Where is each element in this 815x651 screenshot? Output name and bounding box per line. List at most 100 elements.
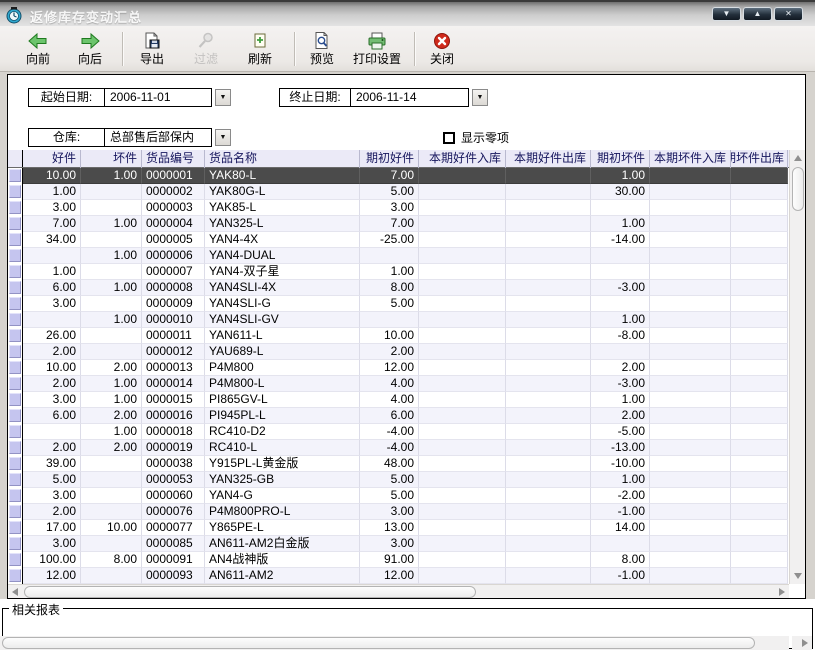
table-row[interactable]: 10.00 2.00 0000013 P4M800 12.00 2.00 (8, 360, 789, 376)
cell (731, 472, 788, 488)
table-row[interactable]: 3.00 1.00 0000015 PI865GV-L 4.00 1.00 (8, 392, 789, 408)
row-indicator[interactable] (8, 296, 23, 312)
cell (591, 536, 650, 552)
row-indicator[interactable] (8, 344, 23, 360)
cell: 0000012 (142, 344, 205, 360)
scroll-down-icon[interactable] (794, 573, 802, 579)
table-row[interactable]: 5.00 0000053 YAN325-GB 5.00 1.00 (8, 472, 789, 488)
table-row[interactable]: 2.00 0000012 YAU689-L 2.00 (8, 344, 789, 360)
show-zero-checkbox[interactable] (443, 131, 455, 144)
cell (506, 552, 591, 568)
row-indicator[interactable] (8, 376, 23, 392)
row-indicator[interactable] (8, 504, 23, 520)
row-indicator[interactable] (8, 456, 23, 472)
export-button[interactable]: 导出 (126, 29, 178, 70)
related-reports-label: 相关报表 (9, 601, 64, 618)
bottom-scrollbar-thumb[interactable] (2, 637, 755, 649)
scroll-right-icon[interactable] (779, 588, 785, 596)
start-date-value[interactable]: 2006-11-01 (105, 89, 171, 106)
row-indicator[interactable] (8, 520, 23, 536)
row-indicator[interactable] (8, 312, 23, 328)
bottom-scroll-right-button[interactable] (792, 636, 812, 650)
table-row[interactable]: 39.00 0000038 Y915PL-L黄金版 48.00 -10.00 (8, 456, 789, 472)
row-indicator[interactable] (8, 216, 23, 232)
table-row[interactable]: 1.00 0000010 YAN4SLI-GV 1.00 (8, 312, 789, 328)
close-button[interactable]: 关闭 (419, 29, 465, 70)
vertical-scrollbar[interactable] (789, 150, 805, 584)
table-row[interactable]: 100.00 8.00 0000091 AN4战神版 91.00 8.00 (8, 552, 789, 568)
column-header[interactable]: 本期坏件出库 (731, 150, 788, 168)
horizontal-scrollbar-thumb[interactable] (24, 586, 476, 598)
row-indicator[interactable] (8, 440, 23, 456)
table-row[interactable]: 3.00 0000060 YAN4-G 5.00 -2.00 (8, 488, 789, 504)
table-row[interactable]: 2.00 0000076 P4M800PRO-L 3.00 -1.00 (8, 504, 789, 520)
row-indicator[interactable] (8, 392, 23, 408)
table-row[interactable]: 2.00 2.00 0000019 RC410-L -4.00 -13.00 (8, 440, 789, 456)
table-row[interactable]: 12.00 0000093 AN611-AM2 12.00 -1.00 (8, 568, 789, 584)
row-indicator[interactable] (8, 280, 23, 296)
row-indicator[interactable] (8, 568, 23, 584)
table-row[interactable]: 6.00 2.00 0000016 PI945PL-L 6.00 2.00 (8, 408, 789, 424)
table-row[interactable]: 17.00 10.00 0000077 Y865PE-L 13.00 14.00 (8, 520, 789, 536)
scroll-right-icon[interactable] (802, 639, 808, 647)
column-header[interactable]: 本期好件入库 (419, 150, 506, 168)
table-row[interactable]: 3.00 0000009 YAN4SLI-G 5.00 (8, 296, 789, 312)
horizontal-scrollbar[interactable] (8, 584, 789, 598)
bottom-scrollbar[interactable] (0, 636, 789, 650)
table-row[interactable]: 7.00 1.00 0000004 YAN325-L 7.00 1.00 (8, 216, 789, 232)
table-row[interactable]: 3.00 0000003 YAK85-L 3.00 (8, 200, 789, 216)
filter-button[interactable]: 过滤 (180, 29, 232, 70)
table-row[interactable]: 26.00 0000011 YAN611-L 10.00 -8.00 (8, 328, 789, 344)
end-date-value[interactable]: 2006-11-14 (351, 89, 417, 106)
window-close-button[interactable]: ✕ (774, 7, 803, 21)
column-header[interactable]: 本期坏件入库 (650, 150, 731, 168)
table-row[interactable]: 1.00 0000018 RC410-D2 -4.00 -5.00 (8, 424, 789, 440)
column-header[interactable]: 期初好件 (360, 150, 419, 168)
table-row[interactable]: 3.00 0000085 AN611-AM2白金版 3.00 (8, 536, 789, 552)
table-row[interactable]: 10.00 1.00 0000001 YAK80-L 7.00 1.00 (8, 168, 789, 184)
print-settings-button[interactable]: 打印设置 (346, 29, 408, 70)
scroll-up-icon[interactable] (794, 155, 802, 161)
cell (506, 424, 591, 440)
row-indicator[interactable] (8, 264, 23, 280)
window-maximize-button[interactable]: ▲ (743, 7, 772, 21)
start-date-label: 起始日期: (29, 89, 105, 106)
row-indicator[interactable] (8, 200, 23, 216)
forward-button[interactable]: 向后 (64, 29, 116, 70)
back-button[interactable]: 向前 (12, 29, 64, 70)
row-indicator[interactable] (8, 328, 23, 344)
cell (650, 280, 731, 296)
row-indicator[interactable] (8, 552, 23, 568)
row-indicator[interactable] (8, 248, 23, 264)
preview-button[interactable]: 预览 (299, 29, 345, 70)
scroll-left-icon[interactable] (12, 588, 18, 596)
row-indicator[interactable] (8, 536, 23, 552)
table-row[interactable]: 2.00 1.00 0000014 P4M800-L 4.00 -3.00 (8, 376, 789, 392)
column-header[interactable]: 本期好件出库 (506, 150, 591, 168)
column-header[interactable]: 货品名称 (205, 150, 360, 168)
row-indicator[interactable] (8, 424, 23, 440)
start-date-dropdown-button[interactable]: ▼ (215, 89, 231, 106)
row-indicator[interactable] (8, 360, 23, 376)
column-header[interactable]: 期初坏件 (591, 150, 650, 168)
window-minimize-button[interactable]: ▼ (712, 7, 741, 21)
column-header[interactable]: 坏件 (81, 150, 142, 168)
table-row[interactable]: 1.00 0000007 YAN4-双子星 1.00 (8, 264, 789, 280)
vertical-scrollbar-thumb[interactable] (792, 167, 804, 211)
column-header[interactable]: 好件 (23, 150, 81, 168)
row-indicator[interactable] (8, 408, 23, 424)
end-date-dropdown-button[interactable]: ▼ (472, 89, 488, 106)
row-indicator[interactable] (8, 488, 23, 504)
table-row[interactable]: 6.00 1.00 0000008 YAN4SLI-4X 8.00 -3.00 (8, 280, 789, 296)
table-row[interactable]: 34.00 0000005 YAN4-4X -25.00 -14.00 (8, 232, 789, 248)
warehouse-value[interactable]: 总部售后部保内 (105, 129, 194, 146)
row-indicator[interactable] (8, 232, 23, 248)
row-indicator[interactable] (8, 472, 23, 488)
refresh-button[interactable]: 刷新 (234, 29, 286, 70)
row-indicator[interactable] (8, 168, 23, 184)
table-row[interactable]: 1.00 0000002 YAK80G-L 5.00 30.00 (8, 184, 789, 200)
row-indicator[interactable] (8, 184, 23, 200)
column-header[interactable]: 货品编号 (142, 150, 205, 168)
warehouse-dropdown-button[interactable]: ▼ (215, 129, 231, 146)
table-row[interactable]: 1.00 0000006 YAN4-DUAL (8, 248, 789, 264)
